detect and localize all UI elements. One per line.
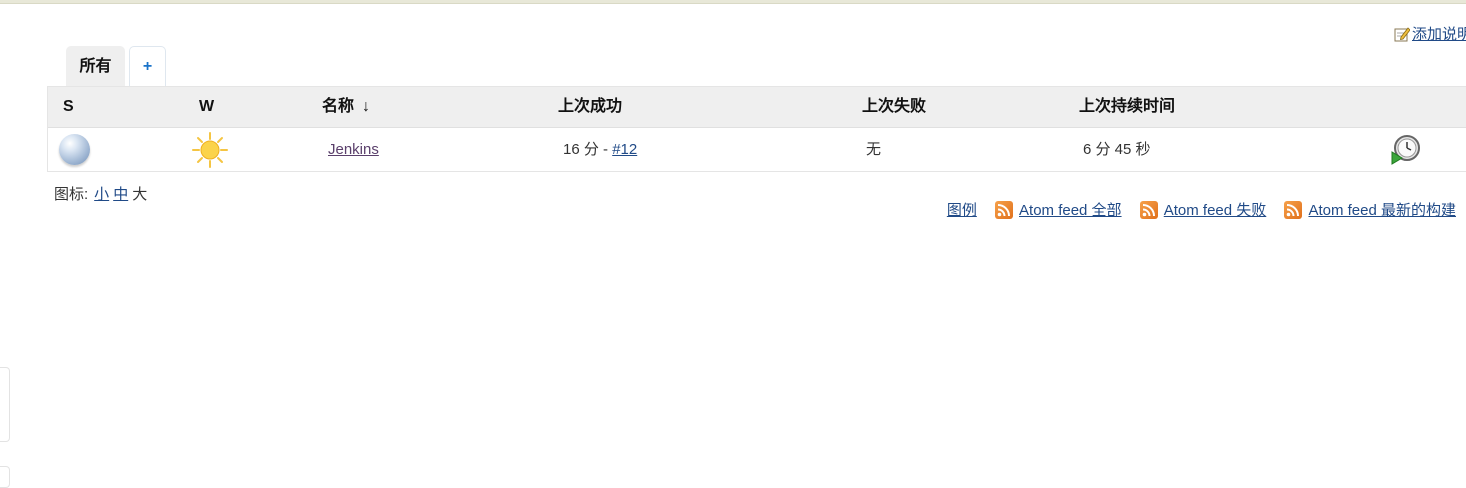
rss-icon xyxy=(995,201,1014,219)
legend-link[interactable]: 图例 xyxy=(947,202,977,219)
last-success-separator: - xyxy=(598,141,613,158)
job-name-link[interactable]: Jenkins xyxy=(328,141,379,158)
sort-arrow-icon: ↓ xyxy=(362,98,371,115)
icon-size-small[interactable]: 小 xyxy=(94,186,109,203)
atom-latest-item[interactable]: Atom feed 最新的构建 xyxy=(1284,201,1456,219)
atom-feed-all-link[interactable]: Atom feed 全部 xyxy=(1019,202,1122,219)
sidebar-edge xyxy=(0,466,10,488)
add-description[interactable]: 添加说明 xyxy=(1394,23,1466,44)
icon-size-label: 图标: xyxy=(54,186,89,203)
column-weather-header[interactable]: W xyxy=(199,87,214,127)
jobs-table: S W 名称 ↓ 上次成功 上次失败 上次持续时间 Jenkins 16 分 - … xyxy=(47,86,1466,172)
edit-description-icon xyxy=(1394,27,1410,42)
sidebar-edge xyxy=(0,367,10,442)
last-success-cell: 16 分 - #12 xyxy=(563,127,637,173)
icon-size-medium[interactable]: 中 xyxy=(113,186,128,203)
blue-ball-icon xyxy=(59,134,90,165)
icon-size-large: 大 xyxy=(132,186,148,203)
icon-size-selector: 图标: 小中大 xyxy=(54,183,147,204)
rss-icon xyxy=(1139,201,1158,219)
column-last-success-header[interactable]: 上次成功 xyxy=(558,87,622,127)
atom-all-item[interactable]: Atom feed 全部 xyxy=(995,201,1122,219)
column-status-header[interactable]: S xyxy=(63,87,74,127)
sunny-icon xyxy=(192,132,228,168)
atom-feed-failed-link[interactable]: Atom feed 失败 xyxy=(1164,202,1267,219)
atom-failed-item[interactable]: Atom feed 失败 xyxy=(1139,201,1267,219)
tab-all[interactable]: 所有 xyxy=(66,46,125,86)
column-name-header[interactable]: 名称 ↓ xyxy=(322,87,370,127)
build-link[interactable]: #12 xyxy=(612,141,637,158)
last-success-time: 16 分 xyxy=(563,141,599,158)
tab-add-view[interactable]: + xyxy=(129,46,166,86)
table-row: Jenkins 16 分 - #12 无 6 分 45 秒 xyxy=(48,127,1466,172)
top-border xyxy=(0,0,1466,4)
column-last-failure-header[interactable]: 上次失败 xyxy=(862,87,926,127)
column-last-duration-header[interactable]: 上次持续时间 xyxy=(1079,87,1175,127)
column-name-label: 名称 xyxy=(322,98,355,115)
last-duration-cell: 6 分 45 秒 xyxy=(1083,141,1151,158)
add-description-link[interactable]: 添加说明 xyxy=(1412,26,1466,43)
rss-icon xyxy=(1284,201,1303,219)
last-failure-cell: 无 xyxy=(866,141,882,158)
schedule-build-icon[interactable] xyxy=(1390,134,1422,166)
atom-feed-latest-link[interactable]: Atom feed 最新的构建 xyxy=(1308,202,1456,219)
table-header: S W 名称 ↓ 上次成功 上次失败 上次持续时间 xyxy=(48,87,1466,128)
footer-links: 图例 Atom feed 全部 Atom feed 失败 Atom feed 最… xyxy=(933,199,1456,220)
